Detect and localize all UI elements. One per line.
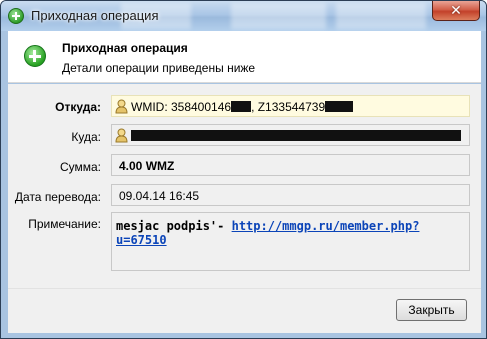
title-background-blur (231, 3, 326, 29)
header-subtitle: Детали операции приведены ниже (62, 61, 256, 75)
date-label: Дата перевода: (14, 190, 101, 204)
to-value-redacted (131, 129, 461, 143)
amount-field[interactable]: 4.00 WMZ (111, 154, 470, 176)
from-wmid: WMID: 358400146 (131, 100, 232, 114)
note-value: mesjac podpis'- http://mmgp.ru/member.ph… (116, 219, 456, 247)
note-text: mesjac podpis'- (116, 219, 232, 233)
redaction-mark (131, 130, 461, 141)
from-field[interactable]: WMID: 358400146 , Z133544739 (111, 95, 470, 117)
note-field[interactable]: mesjac podpis'- http://mmgp.ru/member.ph… (111, 212, 470, 271)
amount-value: 4.00 WMZ (119, 159, 175, 173)
title-bar[interactable]: Приходная операция ✕ (1, 1, 486, 31)
dialog-header: Приходная операция Детали операции приве… (8, 31, 481, 83)
date-field[interactable]: 09.04.14 16:45 (111, 184, 470, 206)
close-icon: ✕ (450, 2, 462, 18)
redaction-mark (325, 101, 354, 112)
green-plus-icon (24, 45, 46, 67)
from-value: WMID: 358400146 , Z133544739 (131, 100, 354, 114)
webmoney-user-icon (115, 128, 128, 143)
window-title: Приходная операция (31, 8, 159, 23)
to-label: Куда: (71, 130, 101, 144)
redaction-mark (231, 101, 252, 112)
header-title: Приходная операция (62, 41, 188, 55)
webmoney-user-icon (115, 99, 128, 114)
title-background-blur (336, 3, 426, 29)
date-value: 09.04.14 16:45 (119, 189, 200, 203)
from-purse: , Z133544739 (251, 100, 326, 114)
from-label: Откуда: (55, 100, 101, 114)
dialog-footer: Закрыть (8, 288, 481, 333)
to-field[interactable] (111, 124, 470, 146)
note-label: Примечание: (28, 217, 101, 231)
window-close-button[interactable]: ✕ (432, 1, 480, 21)
green-plus-icon (8, 8, 24, 24)
details-panel: Откуда: WMID: 358400146 , Z133544739 Куда… (8, 84, 481, 288)
dialog-window: Приходная операция ✕ Приходная операция … (0, 0, 487, 339)
close-button[interactable]: Закрыть (396, 299, 467, 321)
amount-label: Сумма: (59, 160, 101, 174)
